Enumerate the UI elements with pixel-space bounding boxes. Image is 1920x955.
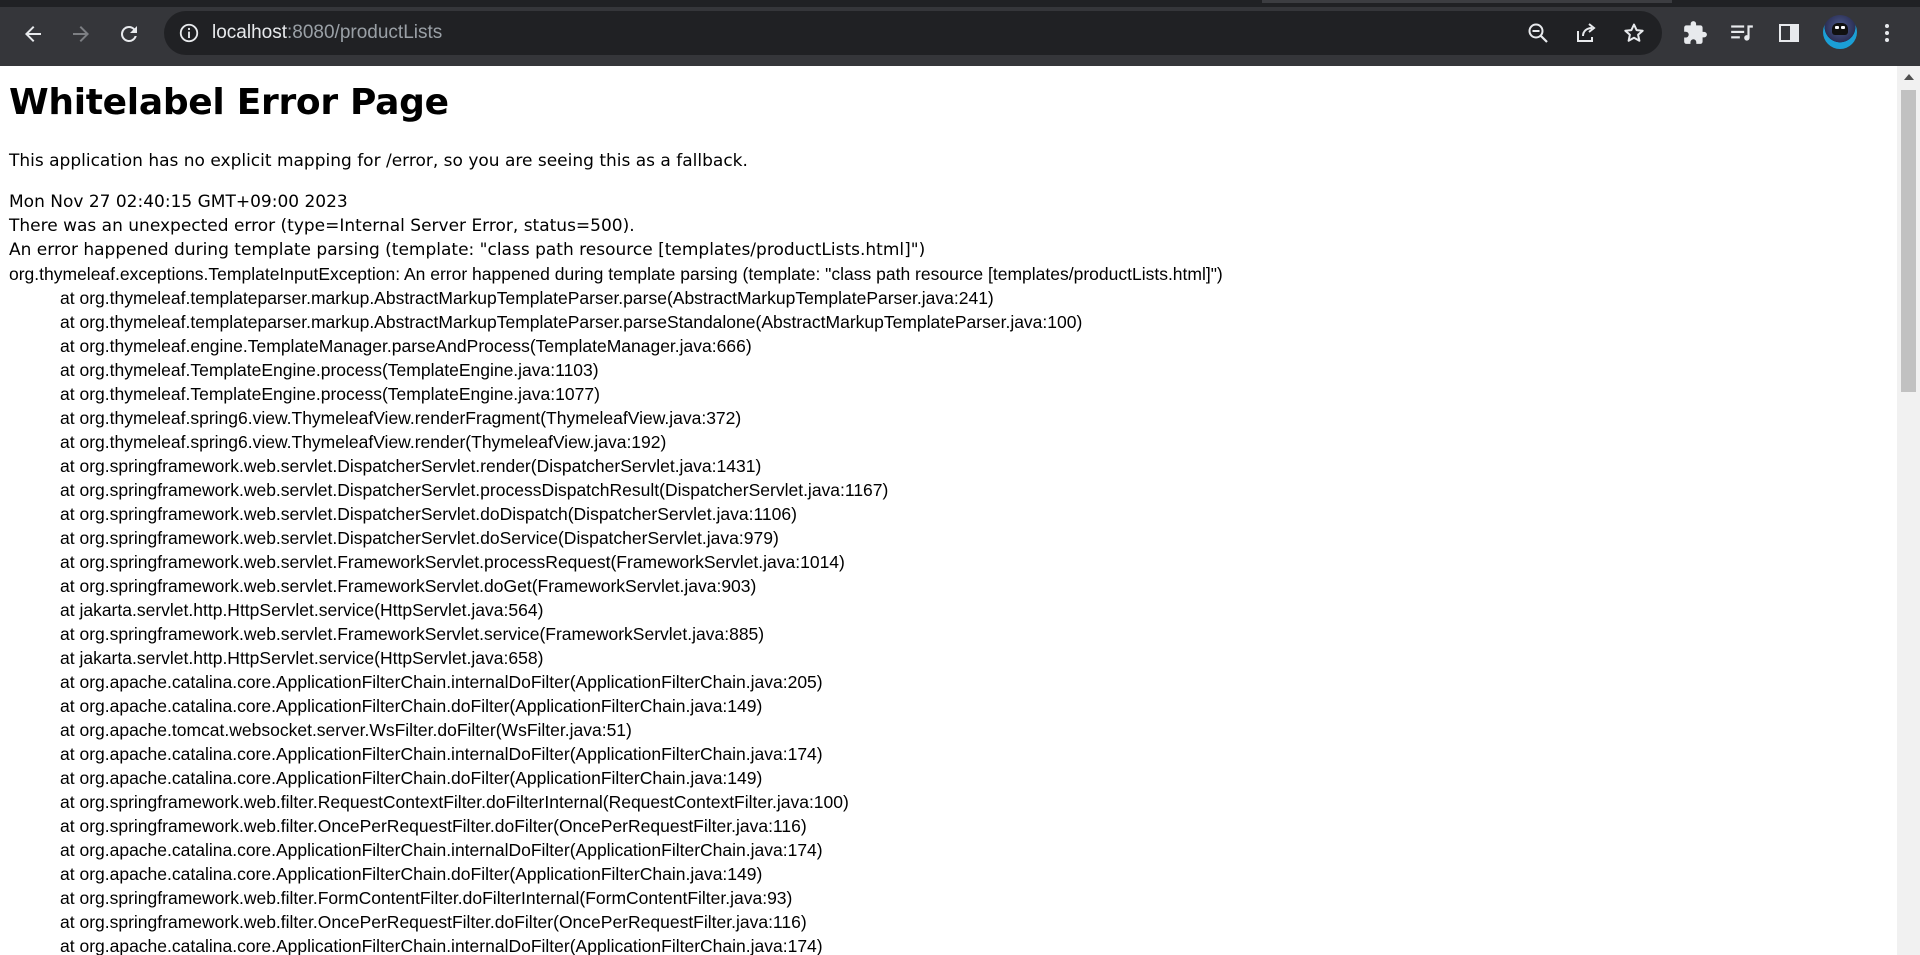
scroll-up-arrow-icon[interactable] [1904,74,1914,80]
avatar-eye [1835,26,1839,29]
stack-trace-line: at org.springframework.web.servlet.Frame… [60,552,845,572]
star-icon[interactable] [1622,21,1646,45]
stack-trace-line: at org.springframework.web.filter.Reques… [60,792,849,812]
stack-trace-line: at org.apache.tomcat.websocket.server.Ws… [60,720,632,740]
tab-strip-edge [0,0,1920,7]
stack-trace-line: at org.springframework.web.filter.FormCo… [60,888,793,908]
media-queue-icon [1731,25,1753,41]
stack-trace-line: at org.springframework.web.servlet.Frame… [60,576,757,596]
fallback-message: This application has no explicit mapping… [9,151,748,171]
stack-trace-line: at org.thymeleaf.spring6.view.ThymeleafV… [60,432,667,452]
tab-indicator [1262,0,1672,3]
stack-trace-line: at jakarta.servlet.http.HttpServlet.serv… [60,648,544,668]
extensions-button[interactable] [1681,19,1709,47]
stack-trace-line: at org.apache.catalina.core.ApplicationF… [60,936,823,955]
avatar-face [1832,23,1848,35]
stack-trace-line: at org.springframework.web.servlet.Dispa… [60,480,889,500]
side-panel-icon [1779,24,1799,42]
page-title: Whitelabel Error Page [9,82,449,123]
scrollbar-thumb[interactable] [1901,90,1916,392]
kebab-menu-icon [1885,24,1889,42]
stack-trace-line: at org.thymeleaf.spring6.view.ThymeleafV… [60,408,742,428]
stack-trace-line: at jakarta.servlet.http.HttpServlet.serv… [60,600,544,620]
stack-trace-line: at org.thymeleaf.TemplateEngine.process(… [60,384,600,404]
stack-trace-line: at org.thymeleaf.engine.TemplateManager.… [60,336,752,356]
stack-trace-line: at org.springframework.web.filter.OncePe… [60,816,807,836]
forward-arrow-icon [73,26,89,42]
avatar-eye [1841,26,1845,29]
puzzle-icon [1684,21,1707,44]
media-button[interactable] [1728,19,1756,47]
menu-button[interactable] [1873,19,1901,47]
stack-trace-line: at org.apache.catalina.core.ApplicationF… [60,864,763,884]
stack-trace-line: at org.springframework.web.servlet.Frame… [60,624,765,644]
side-panel-button[interactable] [1775,19,1803,47]
stack-trace-line: at org.springframework.web.servlet.Dispa… [60,528,779,548]
error-timestamp: Mon Nov 27 02:40:15 GMT+09:00 2023 [9,192,348,212]
stack-trace-line: at org.thymeleaf.TemplateEngine.process(… [60,360,599,380]
address-bar[interactable]: localhost:8080/productLists [164,11,1662,55]
url-host: localhost [212,22,287,43]
error-message: An error happened during template parsin… [9,240,926,260]
url-text[interactable]: localhost:8080/productLists [212,21,442,45]
stack-trace-line: at org.apache.catalina.core.ApplicationF… [60,768,763,788]
avatar[interactable] [1823,15,1857,49]
stack-trace-line: at org.thymeleaf.templateparser.markup.A… [60,312,1083,332]
stack-trace-line: at org.apache.catalina.core.ApplicationF… [60,840,823,860]
exception-line: org.thymeleaf.exceptions.TemplateInputEx… [9,264,1223,284]
error-details: Mon Nov 27 02:40:15 GMT+09:00 2023 There… [9,190,1223,955]
back-button[interactable] [13,14,53,54]
share-icon[interactable] [1574,21,1598,45]
stack-trace-line: at org.springframework.web.servlet.Dispa… [60,504,797,524]
reload-button[interactable] [109,14,149,54]
stack-trace-line: at org.apache.catalina.core.ApplicationF… [60,744,823,764]
vertical-scrollbar[interactable] [1897,66,1920,955]
stack-trace-line: at org.springframework.web.filter.OncePe… [60,912,807,932]
info-icon[interactable] [178,22,200,44]
reload-icon [121,26,137,42]
url-path: :8080/productLists [287,22,443,43]
page-content: Whitelabel Error Page This application h… [0,66,1897,955]
stack-trace-line: at org.apache.catalina.core.ApplicationF… [60,672,823,692]
stack-trace: at org.thymeleaf.templateparser.markup.A… [9,286,1223,955]
stack-trace-line: at org.thymeleaf.templateparser.markup.A… [60,288,994,308]
browser-toolbar: localhost:8080/productLists [0,0,1920,66]
stack-trace-line: at org.springframework.web.servlet.Dispa… [60,456,762,476]
zoom-out-icon[interactable] [1526,21,1550,45]
error-summary: There was an unexpected error (type=Inte… [9,216,635,236]
back-arrow-icon [25,26,41,42]
forward-button[interactable] [61,14,101,54]
stack-trace-line: at org.apache.catalina.core.ApplicationF… [60,696,763,716]
